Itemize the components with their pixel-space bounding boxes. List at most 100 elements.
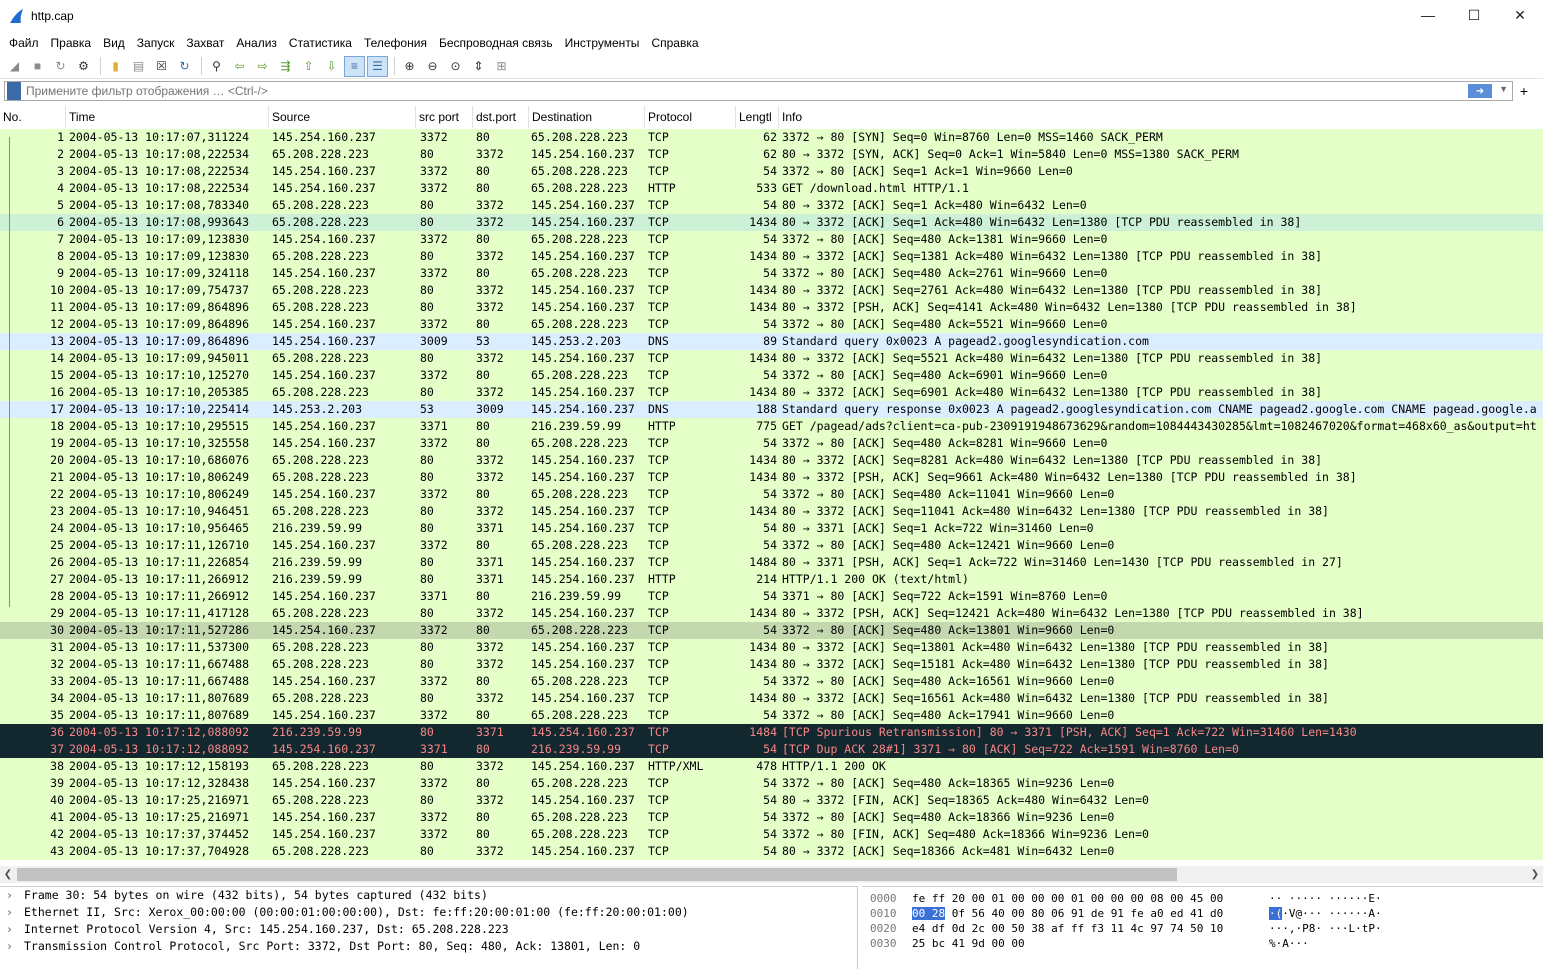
column-header-time[interactable]: Time (66, 106, 269, 128)
capture-options-gear-icon[interactable]: ⚙ (73, 56, 94, 77)
colorize-icon[interactable]: ☰ (367, 55, 388, 77)
close-icon[interactable]: ✕ (1497, 0, 1543, 30)
packet-row[interactable]: 6 2004-05-13 10:17:08,993643 65.208.228.22… (0, 214, 1543, 231)
close-file-icon[interactable]: ☒ (151, 56, 172, 77)
packet-row[interactable]: 32 2004-05-13 10:17:11,667488 65.208.228.2… (0, 656, 1543, 673)
packet-row[interactable]: 40 2004-05-13 10:17:25,216971 65.208.228.2… (0, 792, 1543, 809)
detail-ethernet[interactable]: › Ethernet II, Src: Xerox_00:00:00 (00:00… (0, 904, 857, 921)
menu-edit[interactable]: Правка (45, 36, 98, 50)
menu-analyze[interactable]: Анализ (230, 36, 283, 50)
start-capture-fin-icon[interactable]: ◢ (4, 56, 25, 77)
add-filter-button[interactable]: + (1516, 81, 1532, 101)
first-packet-icon[interactable]: ⇧ (298, 56, 319, 77)
scrollbar-thumb[interactable] (17, 868, 1177, 881)
packet-row[interactable]: 43 2004-05-13 10:17:37,704928 65.208.228.2… (0, 843, 1543, 860)
expand-chevron-icon[interactable]: › (6, 904, 24, 921)
menu-file[interactable]: Файл (3, 36, 45, 50)
minimize-icon[interactable]: — (1405, 0, 1451, 30)
column-header-no[interactable]: No. (0, 106, 66, 128)
packet-row[interactable]: 14 2004-05-13 10:17:09,945011 65.208.228.2… (0, 350, 1543, 367)
menu-view[interactable]: Вид (97, 36, 131, 50)
packet-row[interactable]: 35 2004-05-13 10:17:11,807689 145.254.160.… (0, 707, 1543, 724)
menu-capture[interactable]: Захват (180, 36, 230, 50)
zoom-out-icon[interactable]: ⊖ (422, 56, 443, 77)
packet-row[interactable]: 12 2004-05-13 10:17:09,864896 145.254.160.… (0, 316, 1543, 333)
menu-wireless[interactable]: Беспроводная связь (433, 36, 559, 50)
packet-row[interactable]: 9 2004-05-13 10:17:09,324118 145.254.160.2… (0, 265, 1543, 282)
menu-go[interactable]: Запуск (131, 36, 181, 50)
detail-tcp[interactable]: › Transmission Control Protocol, Src Port… (0, 938, 857, 955)
packet-row[interactable]: 13 2004-05-13 10:17:09,864896 145.254.160.… (0, 333, 1543, 350)
bytes-row[interactable]: 0010 00 28 0f 56 40 00 80 06 91 de 91 fe… (862, 906, 1543, 921)
filter-bookmark-icon[interactable] (7, 82, 21, 100)
packet-row[interactable]: 24 2004-05-13 10:17:10,956465 216.239.59.9… (0, 520, 1543, 537)
packet-row[interactable]: 15 2004-05-13 10:17:10,125270 145.254.160.… (0, 367, 1543, 384)
scroll-right-icon[interactable]: ❯ (1527, 866, 1543, 883)
packet-row[interactable]: 11 2004-05-13 10:17:09,864896 65.208.228.2… (0, 299, 1543, 316)
detail-ipv4[interactable]: › Internet Protocol Version 4, Src: 145.2… (0, 921, 857, 938)
packet-row[interactable]: 2 2004-05-13 10:17:08,222534 65.208.228.22… (0, 146, 1543, 163)
packet-row[interactable]: 41 2004-05-13 10:17:25,216971 145.254.160.… (0, 809, 1543, 826)
resize-columns-icon[interactable]: ⇕ (468, 56, 489, 77)
packet-row[interactable]: 1 2004-05-13 10:17:07,311224 145.254.160.2… (0, 129, 1543, 146)
packet-row[interactable]: 38 2004-05-13 10:17:12,158193 65.208.228.2… (0, 758, 1543, 775)
packet-row[interactable]: 8 2004-05-13 10:17:09,123830 65.208.228.22… (0, 248, 1543, 265)
column-header-length[interactable]: Lengtl (736, 106, 779, 128)
column-header-dst-port[interactable]: dst.port (473, 106, 529, 128)
column-header-protocol[interactable]: Protocol (645, 106, 736, 128)
reload-file-icon[interactable]: ↻ (174, 56, 195, 77)
open-folder-icon[interactable]: ▮ (105, 56, 126, 77)
menu-telephony[interactable]: Телефония (358, 36, 433, 50)
column-header-destination[interactable]: Destination (529, 106, 645, 128)
packet-row[interactable]: 17 2004-05-13 10:17:10,225414 145.253.2.20… (0, 401, 1543, 418)
column-header-src-port[interactable]: src port (416, 106, 473, 128)
menu-tools[interactable]: Инструменты (559, 36, 646, 50)
packet-row[interactable]: 39 2004-05-13 10:17:12,328438 145.254.160.… (0, 775, 1543, 792)
bytes-row[interactable]: 0030 25 bc 41 9d 00 00 %·A··· (862, 936, 1543, 951)
maximize-icon[interactable]: ☐ (1451, 0, 1497, 30)
packet-row[interactable]: 5 2004-05-13 10:17:08,783340 65.208.228.22… (0, 197, 1543, 214)
bytes-row[interactable]: 0020 e4 df 0d 2c 00 50 38 af ff f3 11 4c… (862, 921, 1543, 936)
packet-row[interactable]: 16 2004-05-13 10:17:10,205385 65.208.228.2… (0, 384, 1543, 401)
packet-row[interactable]: 27 2004-05-13 10:17:11,266912 216.239.59.9… (0, 571, 1543, 588)
packet-row[interactable]: 19 2004-05-13 10:17:10,325558 145.254.160.… (0, 435, 1543, 452)
menu-help[interactable]: Справка (645, 36, 704, 50)
expand-subtrees-icon[interactable]: ⊞ (491, 56, 512, 77)
scroll-left-icon[interactable]: ❮ (0, 866, 16, 883)
menu-statistics[interactable]: Статистика (283, 36, 358, 50)
column-header-source[interactable]: Source (269, 106, 416, 128)
packet-row[interactable]: 23 2004-05-13 10:17:10,946451 65.208.228.2… (0, 503, 1543, 520)
bytes-hex-selected[interactable]: 00 28 (912, 907, 946, 920)
packet-row[interactable]: 33 2004-05-13 10:17:11,667488 145.254.160.… (0, 673, 1543, 690)
go-back-arrow-icon[interactable]: ⇦ (229, 56, 250, 77)
zoom-in-icon[interactable]: ⊕ (399, 56, 420, 77)
bytes-row[interactable]: 0000 fe ff 20 00 01 00 00 00 01 00 00 00… (862, 891, 1543, 906)
packet-row[interactable]: 4 2004-05-13 10:17:08,222534 145.254.160.2… (0, 180, 1543, 197)
packet-row[interactable]: 25 2004-05-13 10:17:11,126710 145.254.160.… (0, 537, 1543, 554)
packet-row[interactable]: 30 2004-05-13 10:17:11,527286 145.254.160.… (0, 622, 1543, 639)
packet-row[interactable]: 22 2004-05-13 10:17:10,806249 145.254.160.… (0, 486, 1543, 503)
stop-capture-icon[interactable]: ■ (27, 56, 48, 77)
packet-row[interactable]: 36 2004-05-13 10:17:12,088092 216.239.59.9… (0, 724, 1543, 741)
packet-list-scrollbar[interactable]: ❮ ❯ (0, 866, 1543, 883)
packet-row[interactable]: 31 2004-05-13 10:17:11,537300 65.208.228.2… (0, 639, 1543, 656)
packet-row[interactable]: 10 2004-05-13 10:17:09,754737 65.208.228.2… (0, 282, 1543, 299)
arrow-right-icon[interactable]: ➜ (1468, 84, 1492, 98)
packet-row[interactable]: 42 2004-05-13 10:17:37,374452 145.254.160.… (0, 826, 1543, 843)
packet-row[interactable]: 37 2004-05-13 10:17:12,088092 145.254.160.… (0, 741, 1543, 758)
autoscroll-icon[interactable]: ≡ (344, 55, 365, 77)
find-packet-search-icon[interactable]: ⚲ (206, 56, 227, 77)
zoom-normal-icon[interactable]: ⊙ (445, 56, 466, 77)
packet-row[interactable]: 28 2004-05-13 10:17:11,266912 145.254.160.… (0, 588, 1543, 605)
display-filter-input[interactable] (26, 83, 1426, 99)
go-to-packet-icon[interactable]: ⇶ (275, 56, 296, 77)
restart-capture-icon[interactable]: ↻ (50, 56, 71, 77)
detail-frame[interactable]: › Frame 30: 54 bytes on wire (432 bits), … (0, 887, 857, 904)
packet-row[interactable]: 34 2004-05-13 10:17:11,807689 65.208.228.2… (0, 690, 1543, 707)
packet-row[interactable]: 7 2004-05-13 10:17:09,123830 145.254.160.2… (0, 231, 1543, 248)
save-file-icon[interactable]: ▤ (128, 56, 149, 77)
packet-row[interactable]: 3 2004-05-13 10:17:08,222534 145.254.160.2… (0, 163, 1543, 180)
packet-row[interactable]: 20 2004-05-13 10:17:10,686076 65.208.228.2… (0, 452, 1543, 469)
packet-row[interactable]: 26 2004-05-13 10:17:11,226854 216.239.59.9… (0, 554, 1543, 571)
expand-chevron-icon[interactable]: › (6, 921, 24, 938)
